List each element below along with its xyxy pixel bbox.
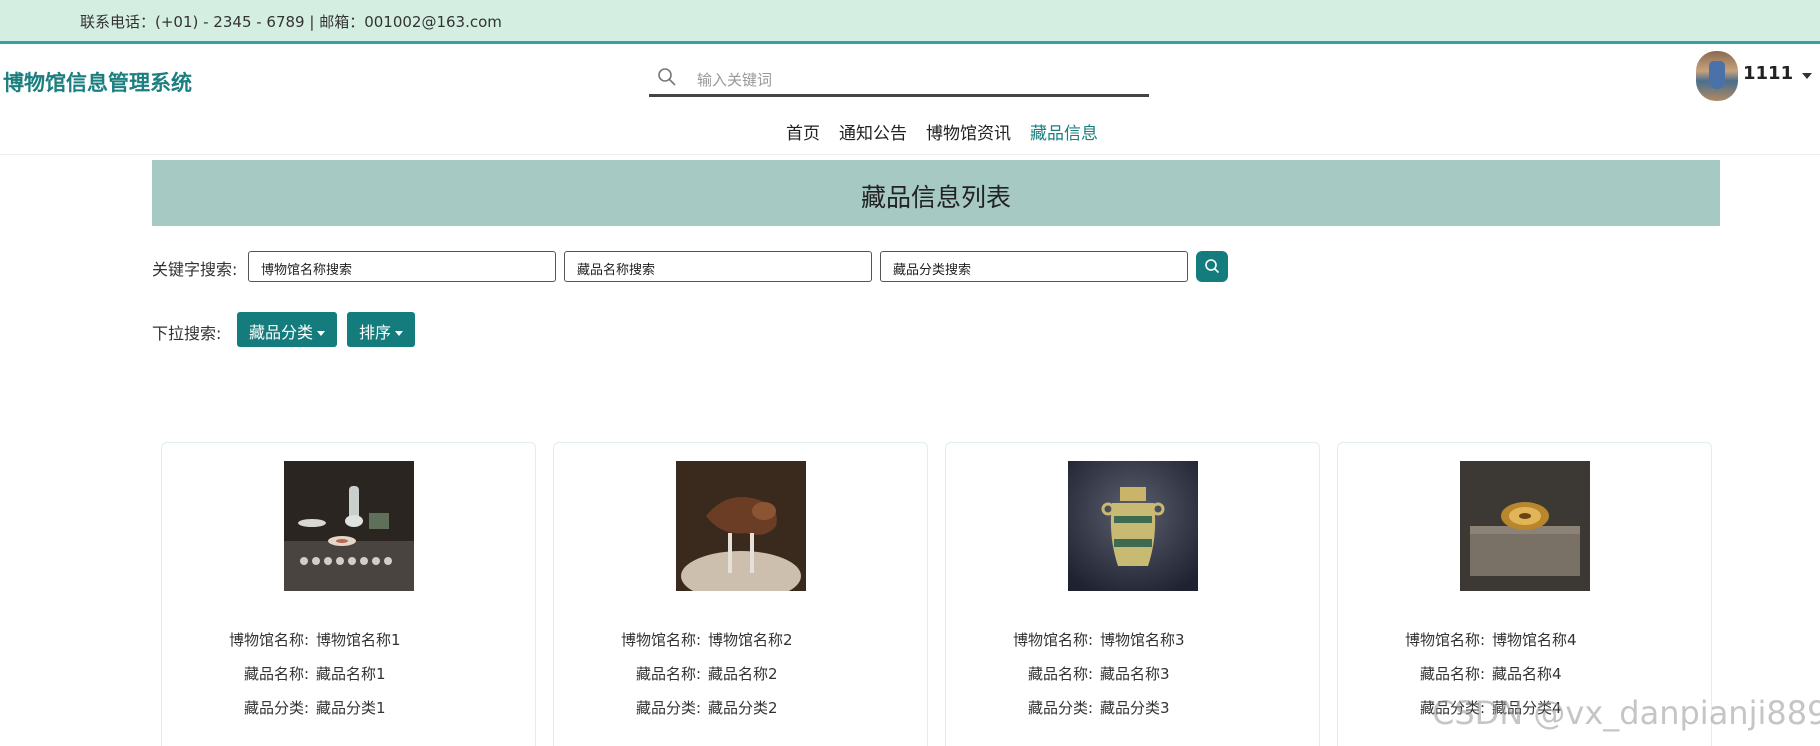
- category-dropdown-label: 藏品分类: [249, 323, 314, 342]
- contact-bar: 联系电话：(+01) - 2345 - 6789 | 邮箱：001002@163…: [0, 0, 1820, 44]
- collection-image[interactable]: [1068, 461, 1198, 591]
- collection-card[interactable]: 博物馆名称: 博物馆名称1 藏品名称: 藏品名称1 藏品分类: 藏品分类1: [161, 442, 536, 746]
- user-menu[interactable]: 1111: [1696, 51, 1820, 103]
- caret-down-icon: [317, 331, 326, 336]
- collection-image[interactable]: [284, 461, 414, 591]
- search-bar[interactable]: 输入关键词: [649, 59, 1149, 97]
- museum-name-value: 博物馆名称2: [708, 631, 793, 649]
- museum-name-value: 博物馆名称3: [1100, 631, 1185, 649]
- contact-info: 联系电话：(+01) - 2345 - 6789 | 邮箱：001002@163…: [80, 13, 502, 31]
- search-button[interactable]: [1196, 251, 1228, 282]
- collection-image[interactable]: [676, 461, 806, 591]
- search-icon: [1205, 259, 1220, 274]
- collection-name-label: 藏品名称:: [635, 665, 701, 683]
- avatar[interactable]: [1696, 51, 1738, 101]
- collection-category-search-placeholder: 藏品分类搜索: [893, 263, 972, 278]
- collection-category-value: 藏品分类1: [316, 699, 386, 717]
- collection-name-label: 藏品名称:: [1027, 665, 1093, 683]
- sort-dropdown-button[interactable]: 排序: [347, 312, 416, 347]
- main-nav: 首页 通知公告 博物馆资讯 藏品信息: [786, 119, 1117, 144]
- page-banner: 藏品信息列表: [152, 160, 1720, 226]
- museum-name-label: 博物馆名称:: [620, 631, 701, 649]
- museum-name-search-input[interactable]: 博物馆名称搜索: [248, 251, 556, 282]
- collection-category-label: 藏品分类:: [243, 699, 309, 717]
- watermark: CSDN @vx_danpianji889: [1432, 694, 1820, 732]
- nav-item-notice[interactable]: 通知公告: [839, 119, 907, 144]
- nav-item-collections[interactable]: 藏品信息: [1030, 119, 1098, 144]
- collection-category-value: 藏品分类2: [708, 699, 778, 717]
- collection-category-label: 藏品分类:: [635, 699, 701, 717]
- collection-name-value: 藏品名称1: [316, 665, 386, 683]
- page-title: 藏品信息列表: [860, 183, 1011, 212]
- collection-name-value: 藏品名称2: [708, 665, 778, 683]
- museum-name-value: 博物馆名称1: [316, 631, 401, 649]
- collection-name-value: 藏品名称3: [1100, 665, 1170, 683]
- search-input[interactable]: 输入关键词: [697, 69, 772, 90]
- museum-name-label: 博物馆名称:: [228, 631, 309, 649]
- collection-category-value: 藏品分类3: [1100, 699, 1170, 717]
- collection-name-value: 藏品名称4: [1492, 665, 1562, 683]
- site-header: 博物馆信息管理系统 输入关键词 1111 首页 通知公告 博物馆资讯 藏品信息: [0, 47, 1820, 155]
- sort-dropdown-label: 排序: [359, 323, 392, 342]
- museum-name-search-placeholder: 博物馆名称搜索: [261, 263, 353, 278]
- username[interactable]: 1111: [1743, 63, 1793, 84]
- nav-item-news[interactable]: 博物馆资讯: [926, 119, 1011, 144]
- search-icon: [658, 68, 676, 86]
- dropdown-search-label: 下拉搜索:: [152, 324, 222, 343]
- museum-name-label: 博物馆名称:: [1012, 631, 1093, 649]
- collection-name-search-input[interactable]: 藏品名称搜索: [564, 251, 872, 282]
- collection-image[interactable]: [1460, 461, 1590, 591]
- museum-name-value: 博物馆名称4: [1492, 631, 1577, 649]
- collection-name-label: 藏品名称:: [243, 665, 309, 683]
- nav-item-home[interactable]: 首页: [786, 119, 820, 144]
- collection-name-search-placeholder: 藏品名称搜索: [577, 263, 656, 278]
- collection-category-search-input[interactable]: 藏品分类搜索: [880, 251, 1188, 282]
- keyword-search-label: 关键字搜索:: [152, 260, 238, 279]
- collection-category-label: 藏品分类:: [1027, 699, 1093, 717]
- category-dropdown-button[interactable]: 藏品分类: [237, 312, 338, 347]
- museum-name-label: 博物馆名称:: [1404, 631, 1485, 649]
- collection-card[interactable]: 博物馆名称: 博物馆名称3 藏品名称: 藏品名称3 藏品分类: 藏品分类3: [945, 442, 1320, 746]
- caret-down-icon: [395, 331, 404, 336]
- chevron-down-icon[interactable]: [1802, 73, 1812, 79]
- collection-name-label: 藏品名称:: [1419, 665, 1485, 683]
- collection-card[interactable]: 博物馆名称: 博物馆名称2 藏品名称: 藏品名称2 藏品分类: 藏品分类2: [553, 442, 928, 746]
- site-title[interactable]: 博物馆信息管理系统: [3, 67, 192, 97]
